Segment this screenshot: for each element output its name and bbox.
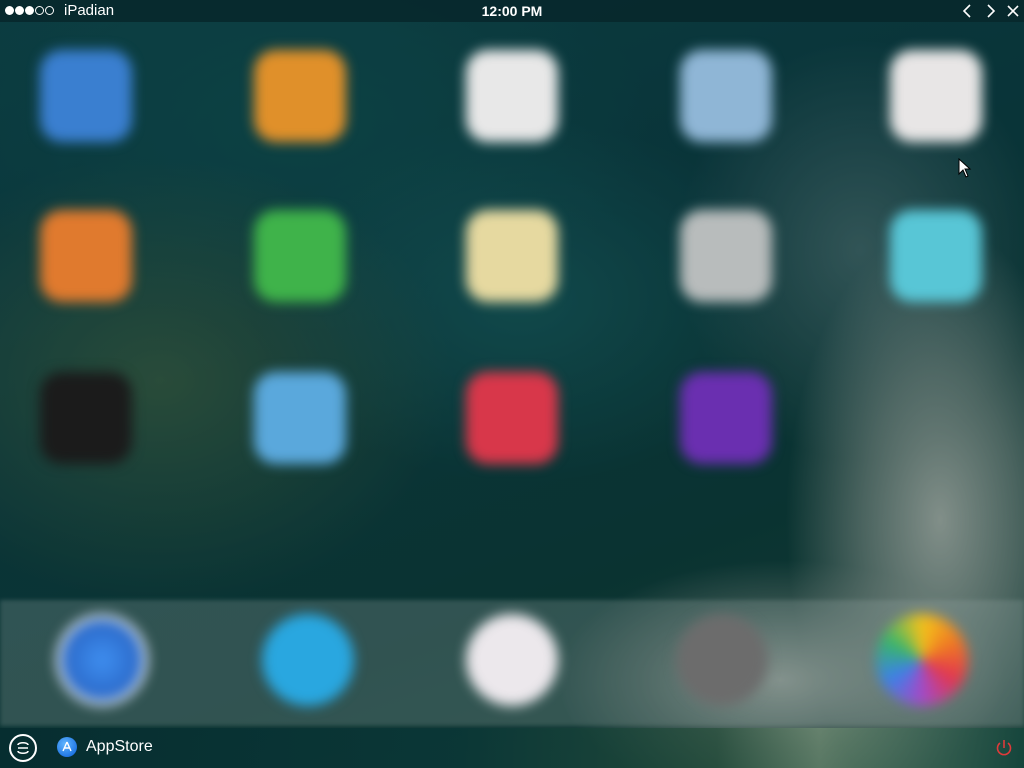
- appstore-label: AppStore: [86, 738, 153, 755]
- taskbar: AppStore: [0, 728, 1024, 768]
- grey-app-icon[interactable]: [680, 210, 772, 302]
- safari-icon[interactable]: [56, 614, 148, 706]
- orange-app-icon[interactable]: [40, 210, 132, 302]
- weather-app-icon[interactable]: [254, 372, 346, 464]
- mouse-cursor-icon: [958, 158, 972, 178]
- settings-icon[interactable]: [676, 614, 768, 706]
- appstore-button[interactable]: AppStore: [57, 737, 153, 757]
- orange-app-icon[interactable]: [254, 50, 346, 142]
- power-button[interactable]: [994, 738, 1014, 758]
- back-button[interactable]: [957, 2, 977, 20]
- light-blue-app-icon[interactable]: [680, 50, 772, 142]
- mail-icon[interactable]: [262, 614, 354, 706]
- chevron-left-icon: [962, 4, 971, 18]
- power-icon: [996, 740, 1012, 756]
- chevron-right-icon: [987, 4, 996, 18]
- home-button[interactable]: [9, 734, 37, 762]
- title-bar: iPadian 12:00 PM: [0, 0, 1024, 22]
- cyan-app-icon[interactable]: [890, 210, 982, 302]
- green-app-icon[interactable]: [254, 210, 346, 302]
- ipadian-window: iPadian 12:00 PM AppStore: [0, 0, 1024, 768]
- notes-app-icon[interactable]: [466, 210, 558, 302]
- home-circle-icon: [17, 741, 29, 755]
- appstore-icon: [57, 737, 77, 757]
- blue-app-icon[interactable]: [40, 50, 132, 142]
- clock-app-icon[interactable]: [466, 50, 558, 142]
- red-white-app-icon[interactable]: [890, 50, 982, 142]
- red-app-icon[interactable]: [466, 372, 558, 464]
- clock: 12:00 PM: [481, 3, 543, 19]
- forward-button[interactable]: [981, 2, 1001, 20]
- close-icon: [1007, 5, 1019, 17]
- close-button[interactable]: [1003, 2, 1023, 20]
- purple-app-icon[interactable]: [680, 372, 772, 464]
- appstore-glyph: [62, 741, 72, 752]
- black-app-icon[interactable]: [40, 372, 132, 464]
- photos-icon[interactable]: [876, 614, 968, 706]
- music-icon[interactable]: [466, 614, 558, 706]
